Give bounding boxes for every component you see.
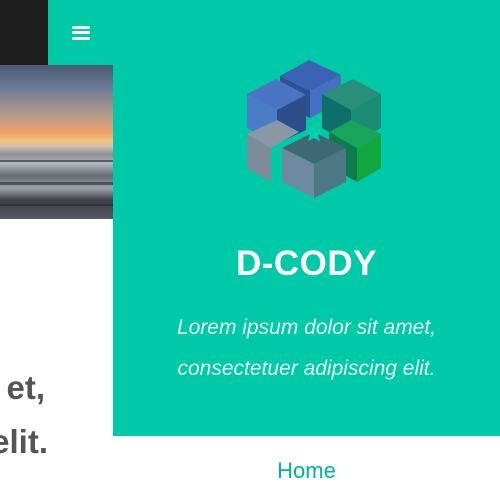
site-tagline-line: Lorem ipsum dolor sit amet, [176, 316, 437, 339]
site-tagline-line: consectetuer adipiscing elit. [177, 357, 436, 380]
menu-toggle-button[interactable] [48, 0, 113, 65]
top-bar [0, 0, 48, 65]
background-page: et, elit. [0, 0, 113, 500]
background-heading-line: et, [6, 369, 45, 406]
background-heading-line: elit. [0, 423, 48, 460]
site-title[interactable]: D-CODY [113, 244, 500, 284]
hero-image-shoreline [0, 160, 113, 162]
hamburger-icon [71, 25, 90, 40]
hero-image-shoreline [0, 204, 113, 206]
page: et, elit. D-CODY Lorem ipsum dolor sit a… [0, 0, 500, 500]
hero-image-shoreline [0, 182, 113, 185]
side-panel: D-CODY Lorem ipsum dolor sit amet, conse… [113, 0, 500, 500]
hero-image [0, 65, 113, 219]
panel-header: D-CODY Lorem ipsum dolor sit amet, conse… [113, 0, 500, 436]
site-logo-icon [247, 60, 381, 198]
nav-item-home[interactable]: Home [113, 458, 500, 484]
site-tagline: Lorem ipsum dolor sit amet, consectetuer… [113, 307, 500, 389]
